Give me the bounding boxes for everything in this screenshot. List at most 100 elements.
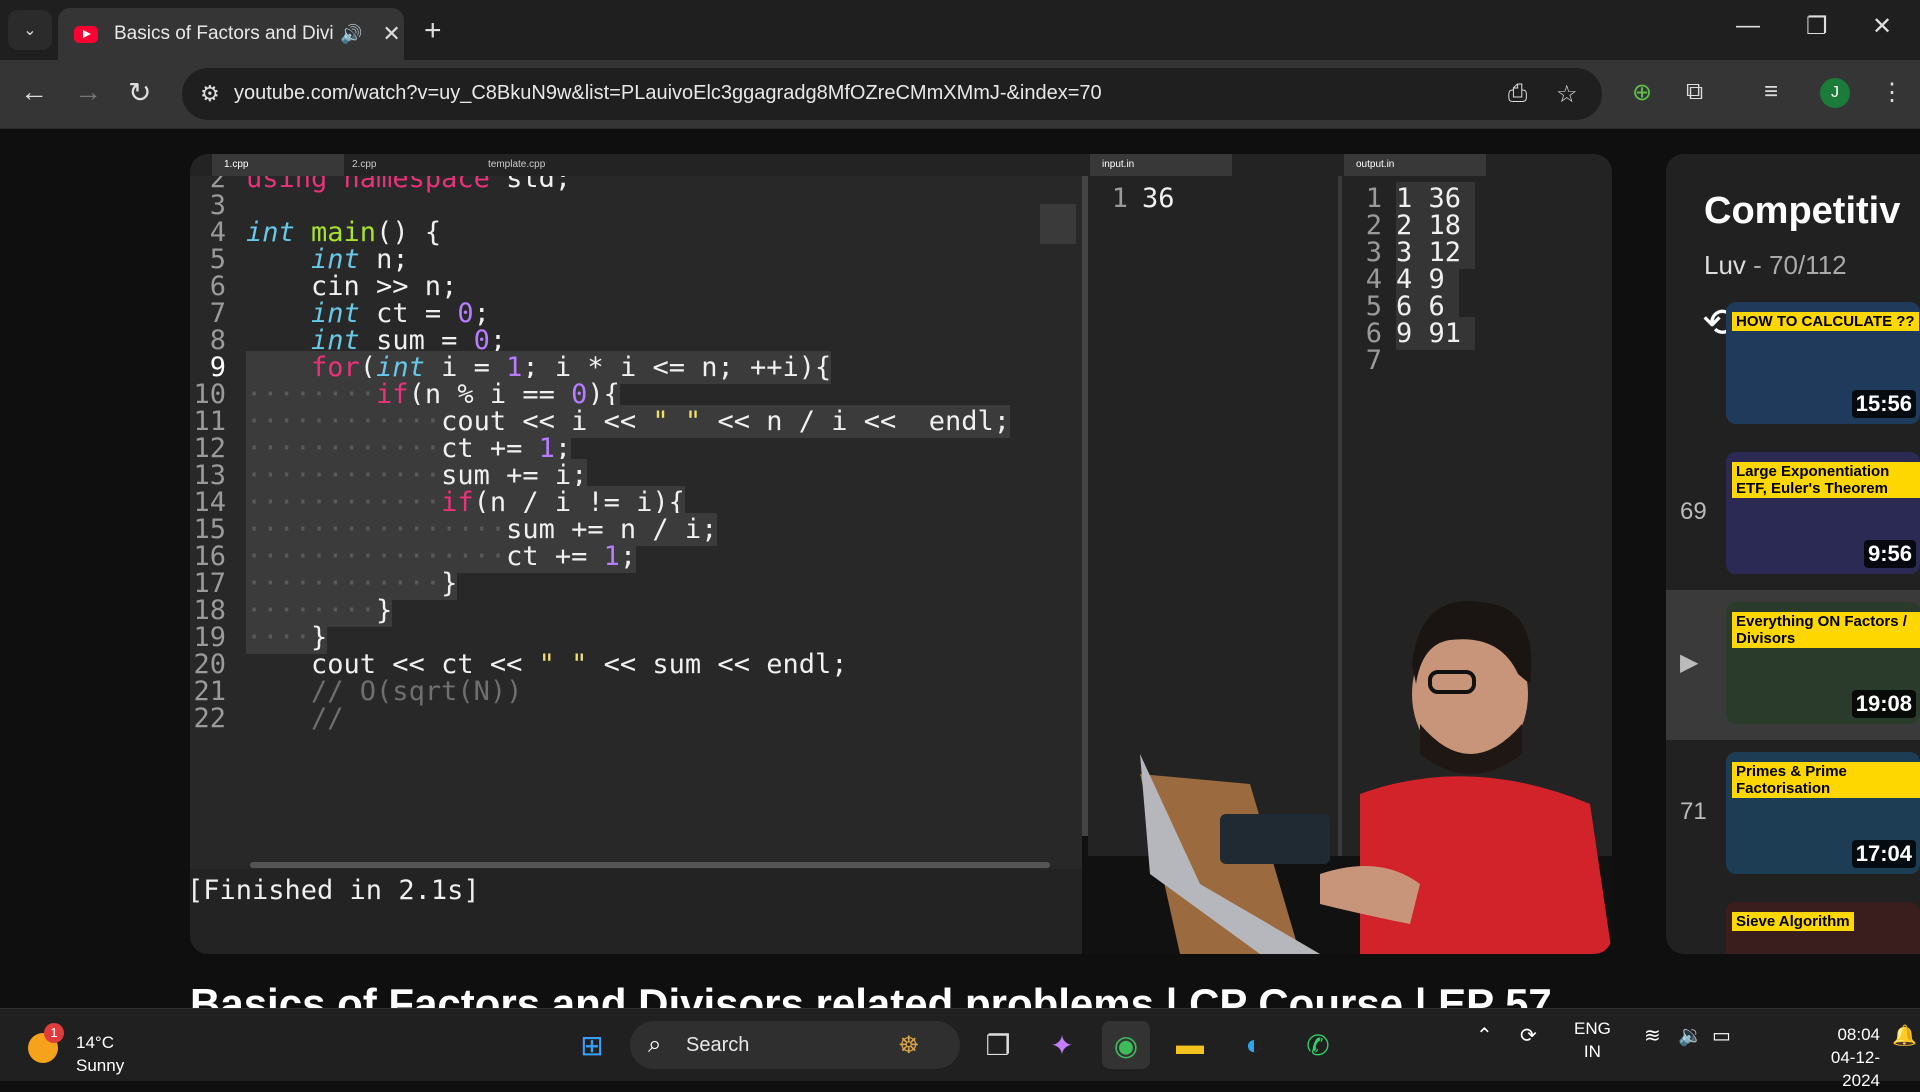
thumbnail-text: HOW TO CALCULATE ?? [1732, 312, 1919, 331]
line-value: 36 [1142, 183, 1175, 214]
duration-badge: 9:56 [1863, 540, 1916, 568]
editor-tab-bar: 1.cpp 2.cpp template.cpp input.in output… [190, 154, 1612, 176]
extensions-puzzle-icon[interactable]: ⧉ [1686, 78, 1703, 106]
playlist-position: - 70/112 [1745, 250, 1847, 280]
site-info-icon[interactable]: ⚙ [200, 81, 220, 107]
video-thumbnail[interactable]: Everything ON Factors / Divisors 19:08 [1726, 602, 1920, 724]
editor-tab-2: 2.cpp [352, 159, 377, 170]
playlist-channel[interactable]: Luv [1704, 250, 1746, 280]
build-output-panel: [Finished in 2.1s] [190, 869, 1082, 954]
video-thumbnail[interactable]: Large Exponentiation ETF, Euler's Theore… [1726, 452, 1920, 574]
pane-line: 7 [1342, 344, 1410, 377]
now-playing-icon: ▶ [1680, 649, 1699, 676]
region-code: IN [1583, 1042, 1601, 1061]
code-editor: 2 using namespace std; 3 4 int main() {5 int… [190, 176, 1082, 869]
show-hidden-icons[interactable]: ⌃ [1476, 1023, 1493, 1048]
temperature: 14°C [76, 1033, 114, 1052]
close-window-button[interactable]: ✕ [1872, 12, 1892, 41]
profile-avatar[interactable]: J [1820, 78, 1850, 108]
windows-taskbar: 1 14°C Sunny ⊞ ⌕ Search ☸ ❐ ✦ ◉ ▬ ◐ ✆ ⌃ ⟳… [0, 1008, 1920, 1090]
forward-button[interactable]: → [74, 76, 102, 108]
close-tab-icon[interactable]: ✕ [382, 21, 400, 47]
playlist-subtitle: Luv - 70/112 [1704, 250, 1847, 281]
address-bar[interactable]: ⚙ youtube.com/watch?v=uy_C8BkuN9w&list=P… [182, 68, 1602, 120]
playlist-title[interactable]: Competitiv [1704, 190, 1900, 233]
youtube-favicon-icon [74, 25, 98, 43]
reload-button[interactable]: ↻ [128, 76, 151, 109]
weather-condition: Sunny [76, 1056, 125, 1075]
playlist-item[interactable]: 69 Large Exponentiation ETF, Euler's Theo… [1666, 440, 1920, 590]
notification-badge: 1 [44, 1023, 64, 1043]
editor-hscrollbar [250, 862, 1050, 868]
duration-badge: 15:56 [1851, 390, 1916, 418]
copilot-icon[interactable]: ✦ [1038, 1021, 1086, 1069]
playlist-item[interactable]: 71 Primes & Prime Factorisation 17:04 [1666, 740, 1920, 890]
output-tab: output.in [1344, 154, 1486, 176]
sync-icon[interactable]: ⟳ [1520, 1023, 1537, 1048]
menu-kebab-icon[interactable]: ⋮ [1880, 78, 1904, 107]
battery-icon[interactable]: ▭ [1712, 1023, 1731, 1048]
tab-strip: ⌄ Basics of Factors and Diviso 🔊 ✕ + — ❐… [0, 0, 1920, 60]
search-icon: ⌕ [648, 1031, 662, 1058]
line-number: 1 [1111, 183, 1128, 214]
notification-bell-icon[interactable]: 🔔 [1892, 1023, 1917, 1048]
whatsapp-icon[interactable]: ✆ [1294, 1021, 1342, 1069]
playlist-index: 69 [1680, 498, 1707, 525]
speaker-icon[interactable]: 🔊 [340, 24, 362, 45]
video-thumbnail[interactable]: HOW TO CALCULATE ?? 15:56 [1726, 302, 1920, 424]
edge-icon[interactable]: ◐ [1230, 1021, 1278, 1069]
restore-button[interactable]: ❐ [1806, 12, 1828, 41]
line-number: 7 [1365, 345, 1382, 376]
back-button[interactable]: ← [20, 76, 48, 108]
chrome-app-icon[interactable]: ◉ [1102, 1021, 1150, 1069]
url-text[interactable]: youtube.com/watch?v=uy_C8BkuN9w&list=PLa… [234, 82, 1102, 105]
line-number: 22 [193, 703, 226, 734]
playlist-item[interactable]: Sieve Algorithm [1666, 890, 1920, 954]
bookmark-star-icon[interactable]: ☆ [1556, 80, 1578, 109]
search-label: Search [686, 1034, 750, 1056]
input-tab: input.in [1090, 154, 1232, 176]
build-result: [Finished in 2.1s] [190, 875, 480, 906]
minimize-button[interactable]: — [1736, 12, 1760, 40]
thumbnail-text: Primes & Prime Factorisation [1732, 762, 1920, 798]
editor-tab-3: template.cpp [488, 159, 546, 170]
thumbnail-text: Large Exponentiation ETF, Euler's Theore… [1732, 462, 1920, 498]
tab-title: Basics of Factors and Diviso [114, 23, 334, 44]
code-text: // [311, 703, 344, 734]
chevron-down-icon: ⌄ [23, 22, 37, 39]
extension-plus-icon[interactable]: ⊕ [1632, 78, 1652, 107]
playlist-item[interactable]: HOW TO CALCULATE ?? 15:56 [1666, 290, 1920, 440]
language-indicator[interactable]: ENG IN [1574, 1017, 1611, 1063]
wifi-icon[interactable]: ≋ [1644, 1023, 1661, 1048]
pane-line: 1 36 [1088, 182, 1189, 215]
new-tab-button[interactable]: + [424, 14, 442, 48]
video-thumbnail[interactable]: Primes & Prime Factorisation 17:04 [1726, 752, 1920, 874]
thumbnail-text: Everything ON Factors / Divisors [1732, 612, 1920, 648]
clock-date: 04-12-2024 [1830, 1048, 1880, 1090]
taskbar-search[interactable]: ⌕ Search ☸ [630, 1021, 960, 1069]
weather-text: 14°C Sunny [76, 1031, 124, 1077]
duration-badge: 17:04 [1851, 840, 1916, 868]
browser-toolbar: ← → ↻ ⚙ youtube.com/watch?v=uy_C8BkuN9w&… [0, 60, 1920, 129]
volume-icon[interactable]: 🔉 [1678, 1023, 1703, 1048]
clock-time: 08:04 [1837, 1025, 1880, 1044]
browser-tab[interactable]: Basics of Factors and Diviso 🔊 ✕ [58, 8, 404, 60]
thumbnail-text: Sieve Algorithm [1732, 912, 1854, 931]
task-view-icon[interactable]: ❐ [974, 1021, 1022, 1069]
language-code: ENG [1574, 1019, 1611, 1038]
duration-badge: 19:08 [1851, 690, 1916, 718]
presenter-webcam-image [1140, 601, 1612, 954]
code-line: 22 // [190, 702, 1082, 735]
playlist-index: 71 [1680, 798, 1707, 825]
editor-tab-1: 1.cpp [212, 154, 344, 176]
clock[interactable]: 08:04 04-12-2024 [1810, 1023, 1880, 1092]
minimap [1040, 204, 1076, 244]
tab-search-button[interactable]: ⌄ [8, 10, 52, 50]
playlist-item[interactable]: ▶ Everything ON Factors / Divisors 19:08 [1666, 590, 1920, 740]
install-app-icon[interactable]: ⎙ [1508, 80, 1527, 108]
video-player[interactable]: 1.cpp 2.cpp template.cpp input.in output… [190, 154, 1612, 954]
start-windows-icon[interactable]: ⊞ [568, 1021, 616, 1069]
media-control-icon[interactable]: ≡ [1764, 78, 1778, 106]
file-explorer-icon[interactable]: ▬ [1166, 1021, 1214, 1069]
video-thumbnail[interactable]: Sieve Algorithm [1726, 902, 1920, 954]
